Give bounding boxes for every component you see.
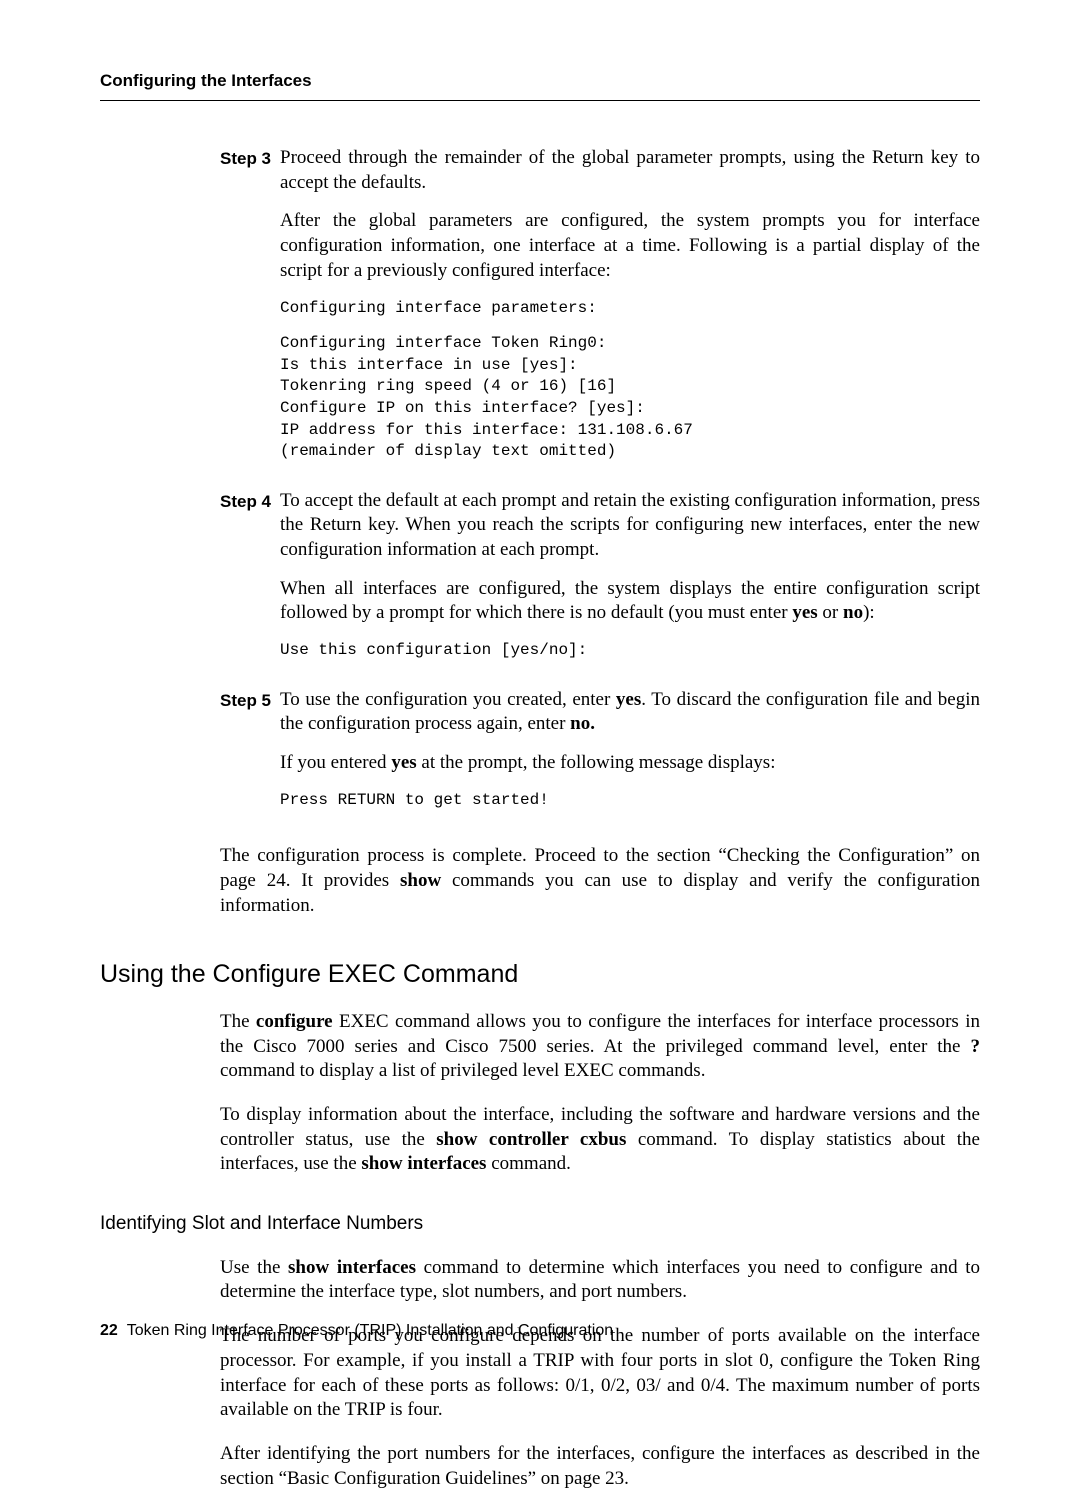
step-5-body: To use the configuration you created, en… — [280, 688, 980, 826]
bold-show: show — [400, 870, 441, 891]
bold-question: ? — [971, 1036, 981, 1057]
step-3-code2: Configuring interface Token Ring0: Is th… — [280, 333, 980, 463]
footer-title: Token Ring Interface Processor (TRIP) In… — [127, 1322, 613, 1339]
step-4-p1: To accept the default at each prompt and… — [280, 489, 980, 563]
step-3-code1: Configuring interface parameters: — [280, 298, 980, 320]
text: ): — [863, 602, 875, 623]
text: If you entered — [280, 752, 391, 773]
sub-p1: Use the show interfaces command to deter… — [220, 1256, 980, 1305]
running-head: Configuring the Interfaces — [100, 70, 980, 92]
step-5-code: Press RETURN to get started! — [280, 790, 980, 812]
page-number: 22 — [100, 1322, 118, 1339]
page-footer: 22 Token Ring Interface Processor (TRIP)… — [100, 1321, 613, 1342]
heading-identifying-slot: Identifying Slot and Interface Numbers — [100, 1212, 980, 1237]
bold-no: no. — [570, 713, 595, 734]
text: When all interfaces are configured, the … — [280, 578, 980, 624]
step-4-code: Use this configuration [yes/no]: — [280, 640, 980, 662]
step-4-p2: When all interfaces are configured, the … — [280, 577, 980, 626]
sub-p3: After identifying the port numbers for t… — [220, 1442, 980, 1491]
step-4-body: To accept the default at each prompt and… — [280, 489, 980, 676]
text: EXEC command allows you to configure the… — [220, 1011, 980, 1057]
bold-show-interfaces: show interfaces — [288, 1257, 416, 1278]
bold-yes: yes — [391, 752, 416, 773]
page: Configuring the Interfaces Step 3 Procee… — [0, 0, 1080, 1397]
text: command to display a list of privileged … — [220, 1060, 705, 1081]
text: To use the configuration you created, en… — [280, 689, 616, 710]
step-4-label: Step 4 — [220, 489, 280, 513]
step-5-label: Step 5 — [220, 688, 280, 712]
text: or — [818, 602, 843, 623]
heading-configure-exec: Using the Configure EXEC Command — [100, 958, 980, 991]
text: at the prompt, the following message dis… — [417, 752, 776, 773]
bold-show-controller: show controller cxbus — [436, 1129, 626, 1150]
bold-no: no — [843, 602, 863, 623]
step-3-body: Proceed through the remainder of the glo… — [280, 146, 980, 477]
text: command. — [486, 1153, 570, 1174]
header-rule — [100, 100, 980, 101]
bold-configure: configure — [256, 1011, 333, 1032]
step-5-block: Step 5 To use the configuration you crea… — [220, 688, 980, 826]
bold-yes: yes — [792, 602, 817, 623]
step-3-p1: Proceed through the remainder of the glo… — [280, 146, 980, 195]
sec-p2: To display information about the interfa… — [220, 1103, 980, 1177]
sec-p1: The configure EXEC command allows you to… — [220, 1010, 980, 1084]
closing-paragraph: The configuration process is complete. P… — [220, 844, 980, 918]
step-4-block: Step 4 To accept the default at each pro… — [220, 489, 980, 676]
step-5-p1: To use the configuration you created, en… — [280, 688, 980, 737]
step-5-p2: If you entered yes at the prompt, the fo… — [280, 751, 980, 776]
bold-show-interfaces: show interfaces — [361, 1153, 486, 1174]
bold-yes: yes — [616, 689, 641, 710]
step-3-p2: After the global parameters are configur… — [280, 209, 980, 283]
step-3-block: Step 3 Proceed through the remainder of … — [220, 146, 980, 477]
step-3-label: Step 3 — [220, 146, 280, 170]
text: Use the — [220, 1257, 288, 1278]
text: The — [220, 1011, 256, 1032]
